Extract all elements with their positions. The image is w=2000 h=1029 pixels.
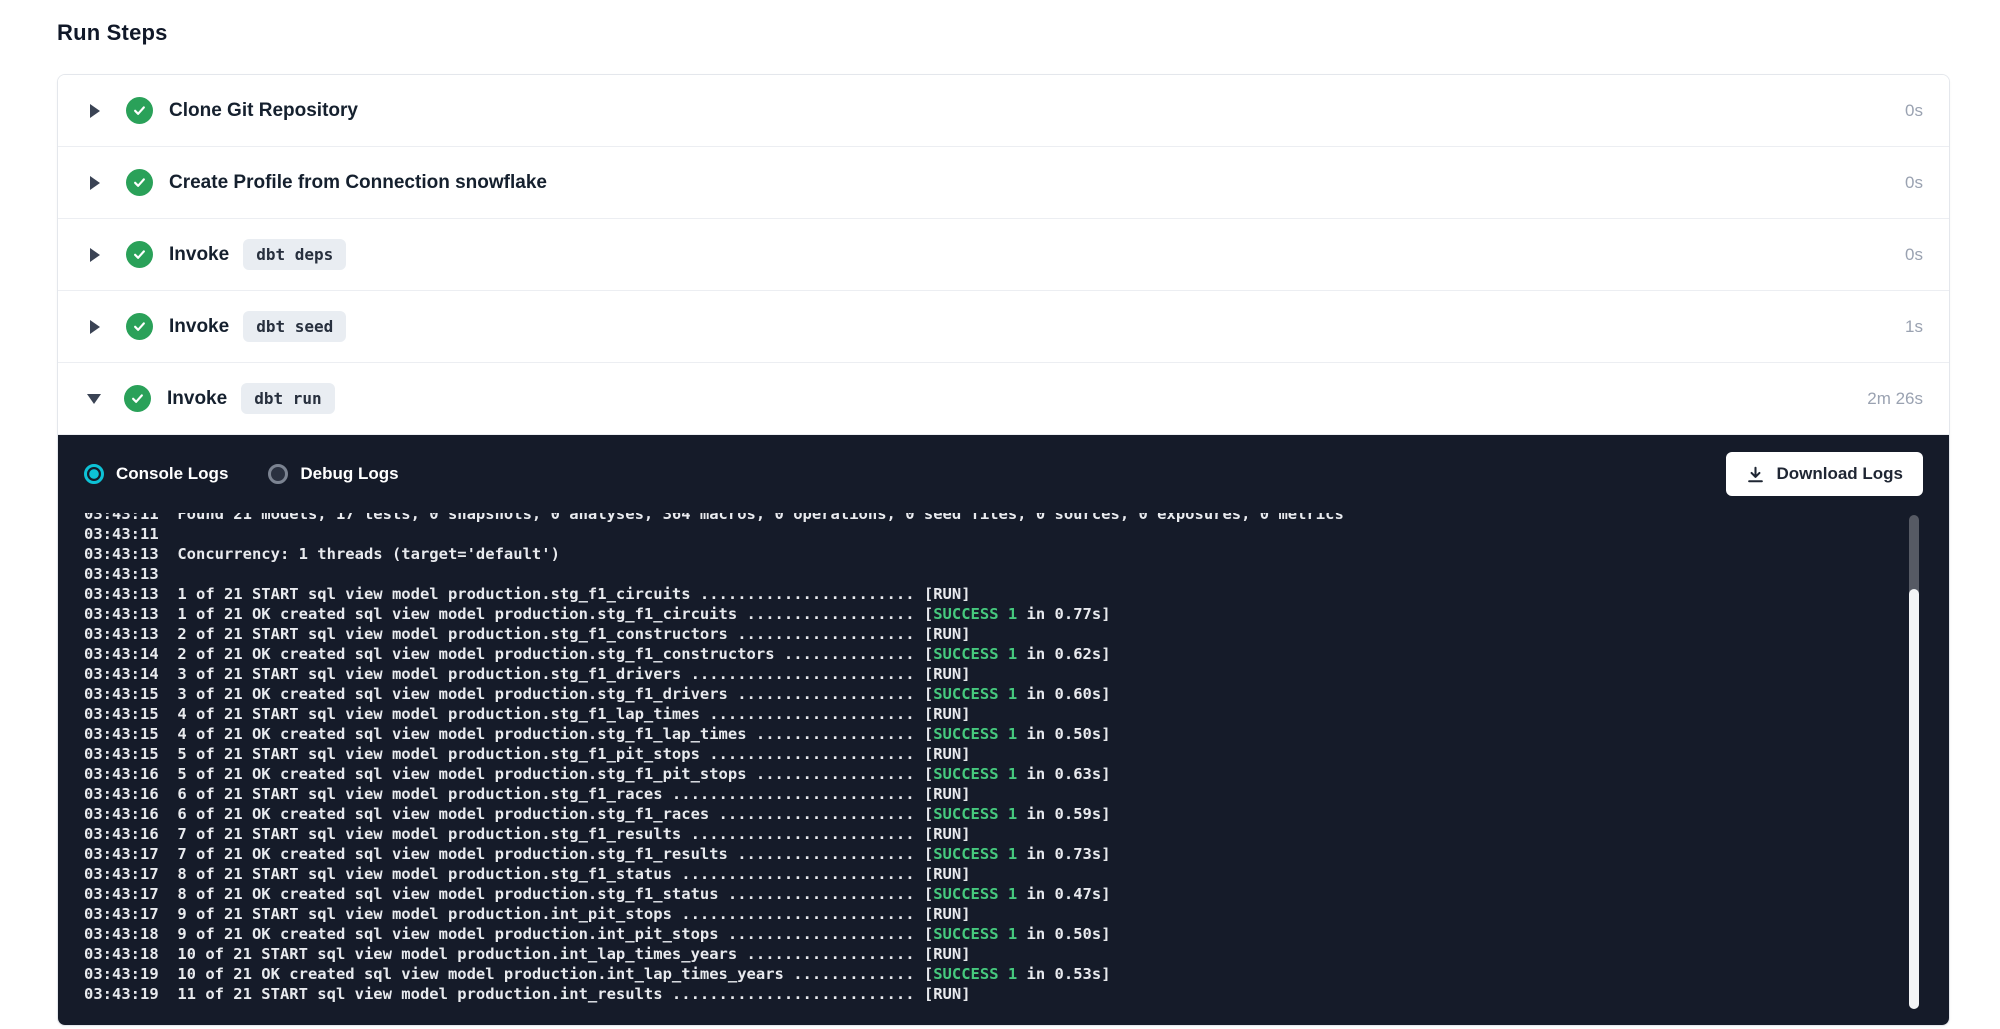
log-line: 03:43:17 8 of 21 OK created sql view mod… [84,884,1923,904]
step-label: Clone Git Repository [169,100,358,122]
step-duration: 0s [1905,245,1923,265]
step-duration: 0s [1905,173,1923,193]
debug-logs-label: Debug Logs [300,464,398,484]
log-line: 03:43:15 4 of 21 OK created sql view mod… [84,724,1923,744]
log-line: 03:43:15 5 of 21 START sql view model pr… [84,744,1923,764]
step-duration: 2m 26s [1867,389,1923,409]
log-line: 03:43:13 1 of 21 START sql view model pr… [84,584,1923,604]
log-line: 03:43:11 Found 21 models, 17 tests, 0 sn… [84,513,1923,524]
step-duration: 0s [1905,101,1923,121]
download-icon [1746,465,1765,484]
run-steps-page: Run Steps Clone Git Repository0sCreate P… [0,0,2000,1026]
success-check-icon [126,97,153,124]
log-line: 03:43:13 Concurrency: 1 threads (target=… [84,544,1923,564]
success-check-icon [126,313,153,340]
run-steps-card: Clone Git Repository0sCreate Profile fro… [57,74,1950,1026]
console-logs-label: Console Logs [116,464,228,484]
step-duration: 1s [1905,317,1923,337]
log-line: 03:43:14 2 of 21 OK created sql view mod… [84,644,1923,664]
log-line: 03:43:17 7 of 21 OK created sql view mod… [84,844,1923,864]
log-line: 03:43:19 11 of 21 START sql view model p… [84,984,1923,1004]
step-command-badge: dbt seed [243,311,346,342]
scrollbar-track[interactable] [1909,515,1919,1009]
log-line: 03:43:17 9 of 21 START sql view model pr… [84,904,1923,924]
run-step-row[interactable]: Invoke dbt seed 1s [58,291,1949,363]
download-logs-label: Download Logs [1776,464,1903,484]
run-step-row[interactable]: Invoke dbt deps 0s [58,219,1949,291]
run-step-row[interactable]: Create Profile from Connection snowflake… [58,147,1949,219]
chevron-right-icon[interactable] [90,248,100,262]
log-line: 03:43:16 6 of 21 OK created sql view mod… [84,804,1923,824]
log-line: 03:43:11 [84,524,1923,544]
step-label: Invoke [169,316,229,338]
chevron-right-icon[interactable] [90,176,100,190]
radio-unselected-icon [268,464,288,484]
console-log-output[interactable]: 03:43:11 Found 21 models, 17 tests, 0 sn… [58,513,1949,1025]
log-line: 03:43:15 3 of 21 OK created sql view mod… [84,684,1923,704]
log-line: 03:43:18 10 of 21 START sql view model p… [84,944,1923,964]
console-panel: Console Logs Debug Logs Download Logs [58,435,1949,1025]
log-line: 03:43:16 7 of 21 START sql view model pr… [84,824,1923,844]
debug-logs-radio[interactable]: Debug Logs [268,464,398,484]
run-steps-list: Clone Git Repository0sCreate Profile fro… [58,75,1949,435]
step-command-badge: dbt deps [243,239,346,270]
log-line: 03:43:13 [84,564,1923,584]
download-logs-button[interactable]: Download Logs [1726,452,1923,496]
log-line: 03:43:13 2 of 21 START sql view model pr… [84,624,1923,644]
log-line: 03:43:14 3 of 21 START sql view model pr… [84,664,1923,684]
log-lines: 03:43:11 Found 21 models, 17 tests, 0 sn… [84,513,1923,1004]
step-command-badge: dbt run [241,383,334,414]
success-check-icon [124,385,151,412]
page-title: Run Steps [57,20,1950,46]
step-label: Create Profile from Connection snowflake [169,172,547,194]
log-line: 03:43:19 10 of 21 OK created sql view mo… [84,964,1923,984]
success-check-icon [126,169,153,196]
step-label: Invoke [169,244,229,266]
run-step-row[interactable]: Invoke dbt run 2m 26s [58,363,1949,435]
run-step-row[interactable]: Clone Git Repository 0s [58,75,1949,147]
log-line: 03:43:16 6 of 21 START sql view model pr… [84,784,1923,804]
log-line: 03:43:18 9 of 21 OK created sql view mod… [84,924,1923,944]
radio-selected-icon [84,464,104,484]
log-line: 03:43:15 4 of 21 START sql view model pr… [84,704,1923,724]
chevron-right-icon[interactable] [90,320,100,334]
step-label: Invoke [167,388,227,410]
console-toolbar: Console Logs Debug Logs Download Logs [58,435,1949,513]
success-check-icon [126,241,153,268]
log-line: 03:43:17 8 of 21 START sql view model pr… [84,864,1923,884]
log-line: 03:43:13 1 of 21 OK created sql view mod… [84,604,1923,624]
scrollbar-thumb[interactable] [1909,589,1919,1009]
chevron-down-icon[interactable] [87,394,101,404]
log-line: 03:43:16 5 of 21 OK created sql view mod… [84,764,1923,784]
chevron-right-icon[interactable] [90,104,100,118]
console-logs-radio[interactable]: Console Logs [84,464,228,484]
